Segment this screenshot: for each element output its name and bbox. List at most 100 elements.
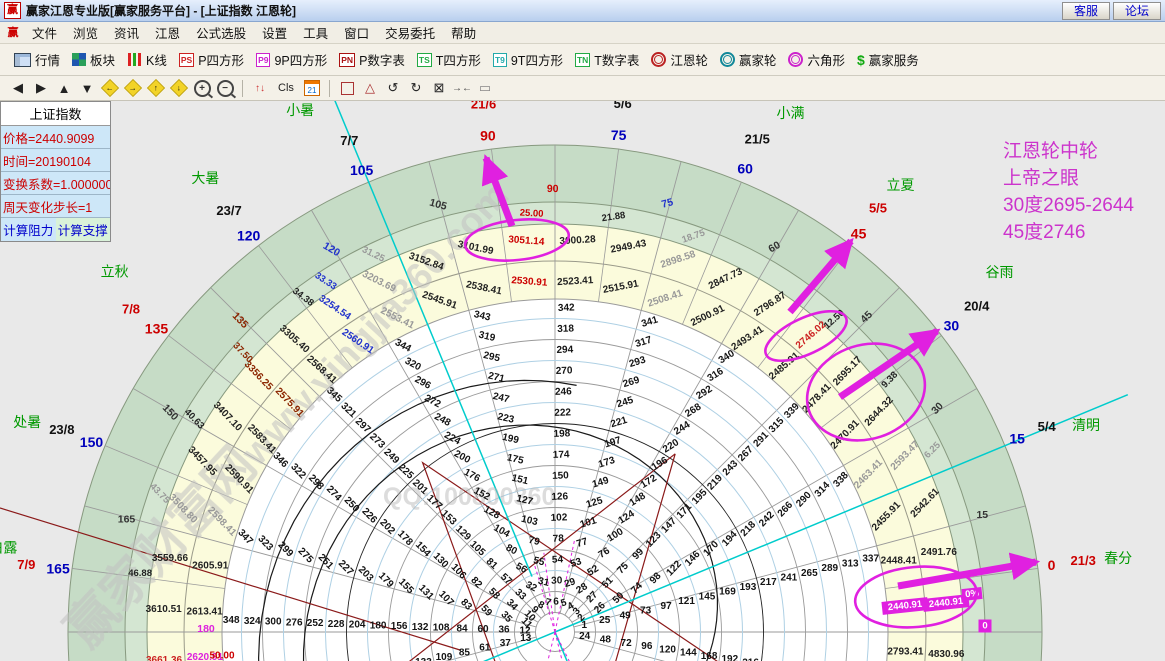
menu-item-9[interactable]: 帮助	[443, 21, 484, 44]
wheel-label: 109	[436, 652, 453, 661]
wheel-label: 348	[223, 615, 240, 626]
rotate-cw-icon[interactable]: ↻	[406, 79, 426, 98]
wheel-label: 54	[552, 554, 564, 565]
svg-text:78: 78	[552, 533, 564, 544]
wheel-label: 121	[678, 596, 695, 607]
toolbar-button-江恩轮[interactable]: 江恩轮	[645, 48, 714, 71]
svg-text:23/8: 23/8	[49, 422, 74, 437]
pan-right-icon[interactable]: →	[123, 78, 143, 98]
menu-item-3[interactable]: 江恩	[147, 21, 188, 44]
menu-item-4[interactable]: 公式选股	[188, 21, 254, 44]
menu-item-7[interactable]: 窗口	[336, 21, 377, 44]
toolbar-button-六角形[interactable]: 六角形	[782, 48, 851, 71]
svg-text:102: 102	[550, 512, 567, 524]
toolbar-button-T四方形[interactable]: TS T四方形	[411, 48, 487, 71]
compress-icon[interactable]: →←	[452, 79, 472, 98]
wheel-label: 48	[600, 634, 612, 645]
titlebar-button-客服[interactable]: 客服	[1061, 1, 1110, 20]
svg-text:25.00: 25.00	[519, 207, 543, 219]
menu-item-1[interactable]: 浏览	[65, 21, 106, 44]
svg-text:174: 174	[553, 449, 570, 461]
nav-up-icon[interactable]: ▲	[54, 79, 74, 98]
wheel-label: 15	[976, 509, 988, 521]
svg-text:289: 289	[821, 563, 838, 574]
svg-text:75: 75	[611, 127, 627, 143]
svg-text:216: 216	[742, 657, 759, 661]
triangle-tool-icon[interactable]: △	[360, 79, 380, 98]
pan-down-icon[interactable]: ↓	[169, 78, 189, 98]
svg-text:241: 241	[781, 573, 798, 584]
toolbar-button-9T四方形[interactable]: T9 9T四方形	[487, 48, 569, 71]
svg-text:169: 169	[719, 587, 736, 598]
toolbar-button-行情[interactable]: 行情	[8, 48, 66, 71]
toolbar-label: T数字表	[594, 54, 640, 68]
wheel-label: 342	[558, 302, 575, 314]
wheel-label: 25	[599, 615, 611, 626]
svg-text:37: 37	[500, 638, 512, 649]
svg-text:313: 313	[842, 558, 859, 569]
panel-button-0[interactable]: 计算阻力	[1, 218, 56, 241]
toolbar-button-赢家轮[interactable]: 赢家轮	[714, 48, 783, 71]
toolbar-button-P四方形[interactable]: PS P四方形	[173, 48, 250, 71]
svg-text:168: 168	[701, 651, 718, 661]
rect-tool-icon[interactable]	[337, 79, 357, 98]
toolbar-label: 9T四方形	[510, 54, 563, 68]
titlebar-button-论坛[interactable]: 论坛	[1112, 1, 1161, 20]
nav-forward-icon[interactable]: ▶	[31, 79, 51, 98]
nav-down-icon[interactable]: ▼	[77, 79, 97, 98]
svg-text:84: 84	[456, 623, 468, 634]
svg-text:217: 217	[760, 577, 777, 588]
cls-button[interactable]: Cls	[273, 79, 299, 98]
svg-text:处暑: 处暑	[13, 414, 41, 430]
menu-item-2[interactable]: 资讯	[106, 21, 147, 44]
special-label: 180	[197, 623, 215, 635]
toolbar-label: 六角形	[807, 54, 845, 68]
pan-up-icon[interactable]: ↑	[146, 78, 166, 98]
menu-item-0[interactable]: 文件	[24, 21, 65, 44]
wheel-label: 2613.41	[187, 606, 224, 617]
wheel-label: 2605.91	[192, 561, 229, 572]
menu-item-6[interactable]: 工具	[295, 21, 336, 44]
toolbar-button-赢家服务[interactable]: $ 赢家服务	[851, 48, 925, 71]
nav-back-icon[interactable]: ◀	[8, 79, 28, 98]
drawing-toolbar: ◀ ▶ ▲ ▼ ← → ↑ ↓ + − ↑↓ Cls 21 △ ↺ ↻ ⊠ →← ▭	[0, 76, 1165, 101]
zoom-in-icon[interactable]: +	[192, 79, 212, 98]
wheel-label: 120	[659, 644, 676, 655]
svg-text:5/5: 5/5	[869, 201, 887, 216]
wheel-label: 4830.96	[928, 649, 965, 660]
toolbar-button-板块[interactable]: 板块	[66, 48, 121, 71]
toolbar-button-K线[interactable]: K线	[121, 48, 173, 71]
pan-left-icon[interactable]: ←	[100, 78, 120, 98]
toolbar-button-9P四方形[interactable]: P9 9P四方形	[250, 48, 333, 71]
menu-item-8[interactable]: 交易委托	[377, 21, 443, 44]
wheel-label: 165	[118, 514, 136, 526]
updown-marker-icon[interactable]: ↑↓	[250, 79, 270, 98]
screen-icon[interactable]: ▭	[475, 79, 495, 98]
svg-text:46.88: 46.88	[128, 568, 152, 579]
toolbar-button-T数字表[interactable]: TN T数字表	[569, 48, 645, 71]
wheel-label: 133	[415, 657, 432, 661]
svg-text:54: 54	[552, 554, 564, 565]
toolbar-label: 9P四方形	[274, 54, 328, 68]
svg-text:97: 97	[661, 601, 673, 612]
svg-text:198: 198	[553, 428, 570, 440]
svg-text:133: 133	[415, 657, 432, 661]
wheel-label: 168	[701, 651, 718, 661]
panel-button-1[interactable]: 计算支撑	[55, 218, 110, 241]
svg-text:72: 72	[621, 638, 633, 649]
wheel-label: 180	[370, 620, 387, 631]
zoom-out-icon[interactable]: −	[215, 79, 235, 98]
main-toolbar: 行情 板块 K线 PS P四方形 P9 9P四方形 PN P数字表 TS T四方形 T9 9T四方形 TN…	[0, 44, 1165, 76]
wheel-label: 276	[286, 617, 303, 628]
toolbar-button-P数字表[interactable]: PN P数字表	[333, 48, 411, 71]
rotate-ccw-icon[interactable]: ↺	[383, 79, 403, 98]
delete-box-icon[interactable]: ⊠	[429, 79, 449, 98]
svg-text:96: 96	[641, 641, 653, 652]
calendar-icon[interactable]: 21	[302, 79, 322, 98]
svg-text:342: 342	[558, 302, 575, 314]
P四方形-icon: PS	[178, 52, 195, 67]
svg-text:60: 60	[477, 624, 489, 635]
svg-text:13: 13	[520, 633, 532, 644]
menu-item-5[interactable]: 设置	[254, 21, 295, 44]
svg-text:294: 294	[556, 344, 573, 356]
